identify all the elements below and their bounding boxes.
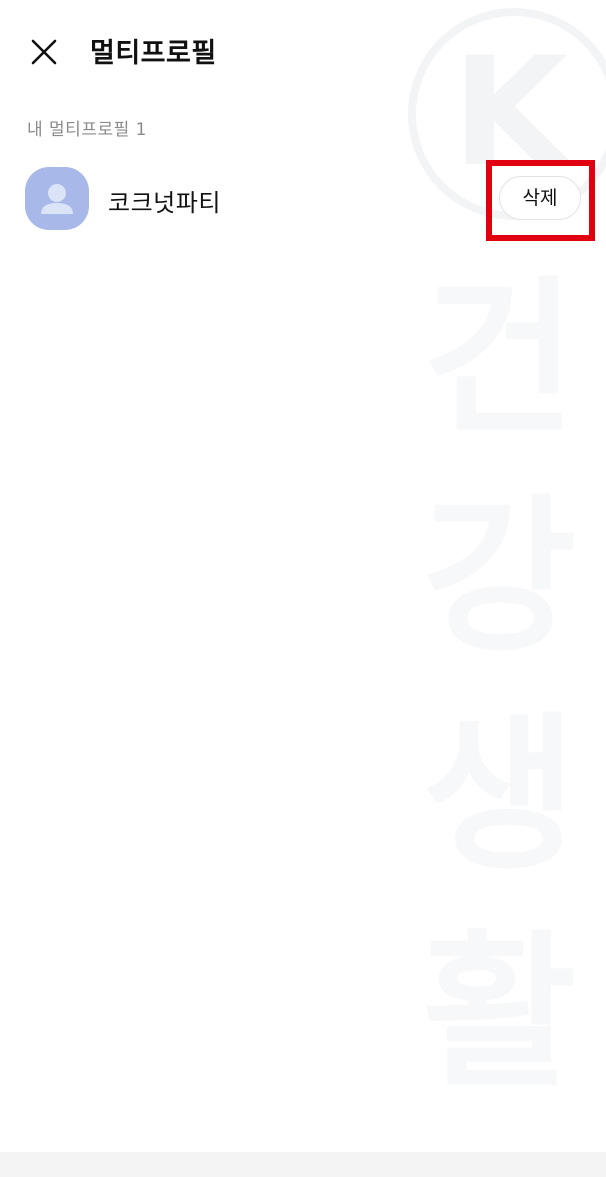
close-icon: [31, 39, 57, 65]
close-button[interactable]: [22, 30, 66, 74]
profile-name: 코크넛파티: [108, 189, 221, 217]
multiprofile-screen: K 건강생활 멀티프로필 내 멀티프로필 1 코크넛파티 삭제: [0, 0, 606, 1177]
section-label: 내 멀티프로필 1: [27, 120, 147, 140]
page-title: 멀티프로필: [90, 38, 217, 69]
bottom-bar: [0, 1152, 606, 1177]
header: 멀티프로필: [0, 0, 606, 100]
delete-button[interactable]: 삭제: [499, 176, 581, 220]
watermark-text: 건강생활: [422, 261, 577, 1111]
avatar[interactable]: [25, 167, 89, 230]
person-icon: [41, 184, 73, 214]
